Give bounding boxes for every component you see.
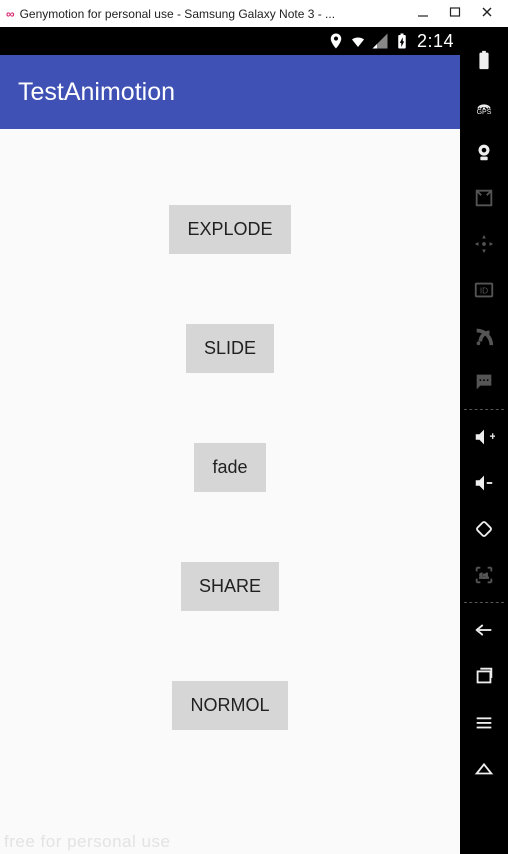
nav-back-icon[interactable] [460,607,508,653]
android-status-bar: 2:14 [0,27,460,55]
id-tool-icon[interactable]: ID [460,267,508,313]
genymotion-logo-icon: ∞ [6,7,14,21]
capture-tool-icon[interactable] [460,175,508,221]
svg-text:ID: ID [480,287,488,296]
remote-tool-icon[interactable] [460,221,508,267]
device-screen: 2:14 TestAnimotion EXPLODE SLIDE fade SH… [0,27,460,854]
network-tool-icon[interactable] [460,313,508,359]
emulator-frame: 2:14 TestAnimotion EXPLODE SLIDE fade SH… [0,27,508,854]
app-content: EXPLODE SLIDE fade SHARE NORMOL free for… [0,129,460,854]
rotate-icon[interactable] [460,506,508,552]
normol-button[interactable]: NORMOL [172,681,287,730]
toolbar-separator [464,409,504,410]
gps-label: GPS [477,109,492,116]
window-controls [416,6,502,21]
maximize-button[interactable] [448,6,462,21]
gps-tool-icon[interactable]: GPS [460,83,508,129]
fade-button[interactable]: fade [194,443,265,492]
watermark-text: free for personal use [4,832,170,852]
minimize-button[interactable] [416,6,430,21]
app-bar: TestAnimotion [0,55,460,129]
camera-tool-icon[interactable] [460,129,508,175]
status-clock: 2:14 [417,31,454,52]
close-button[interactable] [480,6,494,21]
slide-button[interactable]: SLIDE [186,324,274,373]
nav-home-icon[interactable] [460,745,508,791]
app-title: TestAnimotion [18,78,175,107]
explode-button[interactable]: EXPLODE [169,205,290,254]
window-titlebar: ∞ Genymotion for personal use - Samsung … [0,0,508,27]
sms-tool-icon[interactable] [460,359,508,405]
volume-up-icon[interactable]: + [460,414,508,460]
wifi-icon [349,32,367,50]
nav-recent-icon[interactable] [460,653,508,699]
nav-menu-icon[interactable] [460,699,508,745]
toolbar-separator-2 [464,602,504,603]
svg-text:1:1: 1:1 [480,573,489,580]
svg-text:+: + [490,431,496,443]
signal-icon [371,32,389,50]
emulator-toolbar: GPS ID + 1:1 [460,27,508,854]
pixel-perfect-icon[interactable]: 1:1 [460,552,508,598]
window-title: Genymotion for personal use - Samsung Ga… [20,7,406,21]
battery-charging-icon [393,32,411,50]
share-button[interactable]: SHARE [181,562,279,611]
volume-down-icon[interactable] [460,460,508,506]
location-icon [327,32,345,50]
battery-tool-icon[interactable] [460,37,508,83]
